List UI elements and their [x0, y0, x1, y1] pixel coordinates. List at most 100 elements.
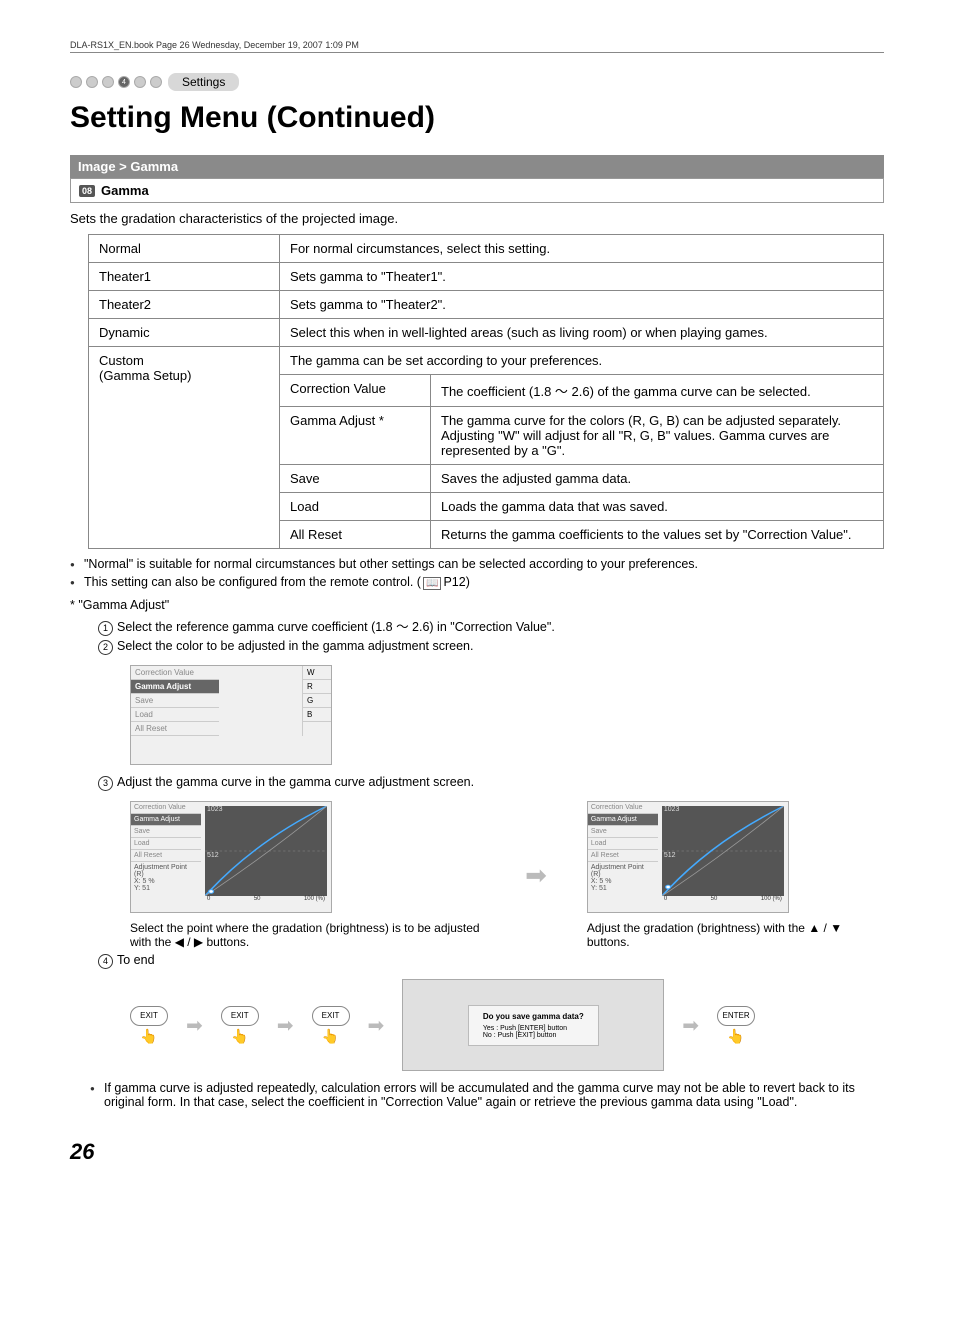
exit-label: EXIT [312, 1006, 350, 1026]
list-item-selected: Gamma Adjust [131, 814, 201, 826]
step-4: 4To end [98, 953, 884, 969]
setting-name: Dynamic [89, 319, 280, 347]
list-item: Load [131, 708, 219, 722]
enter-label: ENTER [717, 1006, 755, 1026]
note: This setting can also be configured from… [70, 575, 884, 590]
arrow-right-icon: ➡ [277, 1013, 294, 1038]
subitem-label: Load [280, 493, 431, 521]
arrow-right-icon: ➡ [368, 1013, 385, 1038]
gamma-curve-chart: 1023 512 0 50 100 (%) [662, 806, 784, 908]
exit-label: EXIT [221, 1006, 259, 1026]
table-row: Dynamic Select this when in well-lighted… [89, 319, 884, 347]
list-item: Correction Value [131, 666, 219, 680]
y-tick: 512 [207, 852, 219, 859]
y-tick: 1023 [207, 806, 223, 813]
step-1: 1Select the reference gamma curve coeffi… [98, 616, 884, 636]
section-badge: 08 [79, 185, 95, 197]
setting-desc: Sets gamma to "Theater2". [280, 291, 884, 319]
step-dot [134, 76, 146, 88]
step-dot [70, 76, 82, 88]
settings-table: Normal For normal circumstances, select … [88, 234, 884, 549]
subitem-desc: The coefficient (1.8 ～ 2.6) of the gamma… [431, 375, 884, 407]
gamma-menu-screenshot: Correction Value Gamma Adjust Save Load … [130, 665, 332, 765]
tab-label: Settings [168, 73, 239, 91]
hand-press-icon: 👆 [727, 1028, 744, 1045]
dialog-yes: Yes : Push [ENTER] button [483, 1025, 584, 1032]
list-item: Save [131, 826, 201, 838]
table-row: Normal For normal circumstances, select … [89, 235, 884, 263]
page-ref-icon: 📖 [423, 577, 441, 590]
x-tick: 100 (%) [761, 896, 782, 908]
setting-name: Theater2 [89, 291, 280, 319]
setting-desc: Select this when in well-lighted areas (… [280, 319, 884, 347]
dialog-no: No : Push [EXIT] button [483, 1032, 584, 1039]
page-title: Setting Menu (Continued) [70, 101, 884, 135]
exit-button-graphic: EXIT 👆 [312, 1006, 350, 1045]
step-dot [150, 76, 162, 88]
note: If gamma curve is adjusted repeatedly, c… [90, 1081, 884, 1109]
step-number-icon: 3 [98, 776, 113, 791]
x-tick: 50 [711, 896, 718, 908]
gamma-curve-chart: 1023 512 0 50 100 (%) [205, 806, 327, 908]
table-row: Custom (Gamma Setup) The gamma can be se… [89, 347, 884, 375]
adjustment-point-label: Adjustment Point (R) X: 5 % Y: 51 [131, 862, 201, 894]
arrow-right-icon: ➡ [525, 860, 547, 891]
step-dots: 4 [70, 76, 162, 88]
step-number-icon: 1 [98, 621, 113, 636]
section-name: Gamma [101, 183, 149, 198]
curve-caption-right: Adjust the gradation (brightness) with t… [587, 921, 884, 949]
subitem-desc: Returns the gamma coefficients to the va… [431, 521, 884, 549]
dialog-question: Do you save gamma data? [483, 1012, 584, 1021]
step-number-icon: 4 [98, 954, 113, 969]
step-dot [86, 76, 98, 88]
setting-name: Custom (Gamma Setup) [89, 347, 280, 549]
section-intro: Sets the gradation characteristics of th… [70, 211, 884, 226]
y-tick: 512 [664, 852, 676, 859]
x-tick: 0 [664, 896, 667, 908]
save-confirmation-dialog: Do you save gamma data? Yes : Push [ENTE… [402, 979, 664, 1071]
list-item: Correction Value [131, 802, 201, 814]
curve-caption-left: Select the point where the gradation (br… [130, 921, 485, 949]
y-tick: 1023 [664, 806, 680, 813]
print-header: DLA-RS1X_EN.book Page 26 Wednesday, Dece… [70, 40, 884, 53]
breadcrumb: Image > Gamma [70, 155, 884, 178]
table-row: Theater1 Sets gamma to "Theater1". [89, 263, 884, 291]
list-item: Load [131, 838, 201, 850]
list-item: All Reset [131, 722, 219, 736]
step-dot [102, 76, 114, 88]
subitem-desc: Saves the adjusted gamma data. [431, 465, 884, 493]
step-2: 2Select the color to be adjusted in the … [98, 639, 884, 655]
step-3: 3Adjust the gamma curve in the gamma cur… [98, 775, 884, 791]
x-tick: 0 [207, 896, 210, 908]
setting-desc: Sets gamma to "Theater1". [280, 263, 884, 291]
setting-name: Theater1 [89, 263, 280, 291]
color-option: R [303, 680, 331, 694]
subitem-desc: The gamma curve for the colors (R, G, B)… [431, 407, 884, 465]
exit-label: EXIT [130, 1006, 168, 1026]
list-item-selected: Gamma Adjust [131, 680, 219, 694]
color-option: G [303, 694, 331, 708]
exit-sequence: EXIT 👆 ➡ EXIT 👆 ➡ EXIT 👆 ➡ Do you save g… [130, 979, 884, 1071]
setting-name: Normal [89, 235, 280, 263]
color-option: W [303, 666, 331, 680]
page-ref: P12 [443, 575, 465, 589]
list-item: Correction Value [588, 802, 658, 814]
curve-adjust-row: Correction Value Gamma Adjust Save Load … [130, 801, 884, 949]
notes-list: "Normal" is suitable for normal circumst… [70, 557, 884, 590]
page-number: 26 [70, 1139, 884, 1165]
subitem-label: Correction Value [280, 375, 431, 407]
list-item: Save [131, 694, 219, 708]
book-info: DLA-RS1X_EN.book Page 26 Wednesday, Dece… [70, 40, 359, 50]
gamma-adjust-heading: * "Gamma Adjust" [70, 598, 884, 612]
arrow-right-icon: ➡ [186, 1013, 203, 1038]
list-item: All Reset [588, 850, 658, 862]
x-tick: 100 (%) [304, 896, 325, 908]
setting-desc: For normal circumstances, select this se… [280, 235, 884, 263]
final-notes: If gamma curve is adjusted repeatedly, c… [90, 1081, 884, 1109]
hand-press-icon: 👆 [231, 1028, 248, 1045]
subitem-label: All Reset [280, 521, 431, 549]
gamma-curve-screenshot: Correction Value Gamma Adjust Save Load … [130, 801, 332, 913]
setting-desc: The gamma can be set according to your p… [280, 347, 884, 375]
subitem-label: Save [280, 465, 431, 493]
step-number-icon: 2 [98, 640, 113, 655]
